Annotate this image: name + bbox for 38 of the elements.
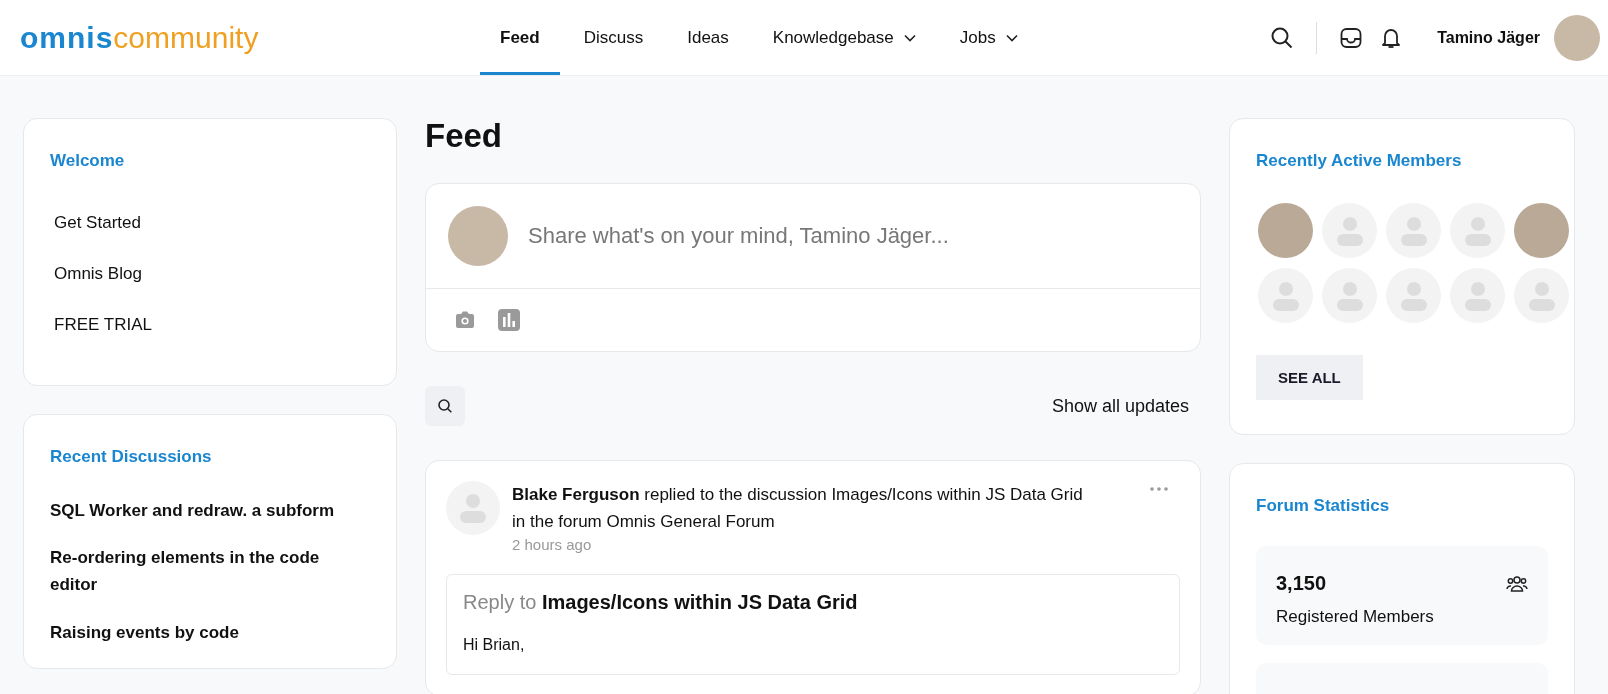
nav-tab[interactable]: Feed	[480, 3, 560, 75]
sidebar-link[interactable]: Omnis Blog	[54, 264, 366, 284]
discussion-link[interactable]: Raising events by code	[50, 618, 370, 646]
reply-body: Hi Brian,	[463, 635, 526, 654]
reply-heading: Reply to Images/Icons within JS Data Grid	[463, 590, 859, 614]
member-avatar[interactable]	[1514, 203, 1569, 258]
user-name[interactable]: Tamino Jäger	[1437, 28, 1540, 47]
nav-tab[interactable]: Knowledgebase	[752, 3, 936, 75]
filter-dropdown[interactable]: Show all updates	[1051, 395, 1189, 417]
see-all-button[interactable]: SEE ALL	[1256, 355, 1363, 400]
bar-chart-icon[interactable]	[498, 309, 520, 332]
sidebar-link[interactable]: FREE TRIAL	[54, 315, 366, 335]
stat-label: Registered Members	[1276, 607, 1435, 627]
nav-tab[interactable]: Ideas	[667, 3, 749, 75]
nav-tab[interactable]: Jobs	[939, 3, 1038, 75]
search-icon[interactable]	[1270, 25, 1295, 50]
section-title: Recent Discussions	[50, 447, 213, 467]
section-title: Forum Statistics	[1256, 496, 1391, 516]
omnis-logo[interactable]: omniscommunity	[20, 22, 480, 53]
section-title: Recently Active Members	[1256, 151, 1463, 171]
users-icon	[1506, 574, 1528, 593]
search-button[interactable]	[425, 386, 465, 427]
more-options-icon[interactable]	[1150, 487, 1168, 492]
user-avatar[interactable]	[1554, 14, 1600, 61]
post-time: 2 hours ago	[512, 535, 592, 553]
section-title: Welcome	[50, 151, 126, 171]
stat-value: 3,150	[1276, 572, 1327, 595]
search-icon	[437, 398, 453, 415]
camera-icon[interactable]	[454, 310, 476, 331]
sidebar-link[interactable]: Get Started	[54, 213, 366, 233]
page-title: Feed	[425, 118, 504, 155]
discussion-link[interactable]: SQL Worker and redraw. a subform	[50, 497, 370, 525]
discussion-link[interactable]: Re-ordering elements in the code editor	[50, 544, 370, 599]
inbox-icon[interactable]	[1339, 25, 1364, 50]
member-avatar[interactable]	[1258, 203, 1313, 258]
post-input[interactable]: Share what's on your mind, Tamino Jäger...	[526, 222, 1178, 251]
activity-summary: Blake Ferguson replied to the discussion Images/Icons within JS Data Grid in the forum Omnis General Forum	[512, 484, 1084, 534]
nav-tab[interactable]: Discuss	[563, 3, 664, 75]
